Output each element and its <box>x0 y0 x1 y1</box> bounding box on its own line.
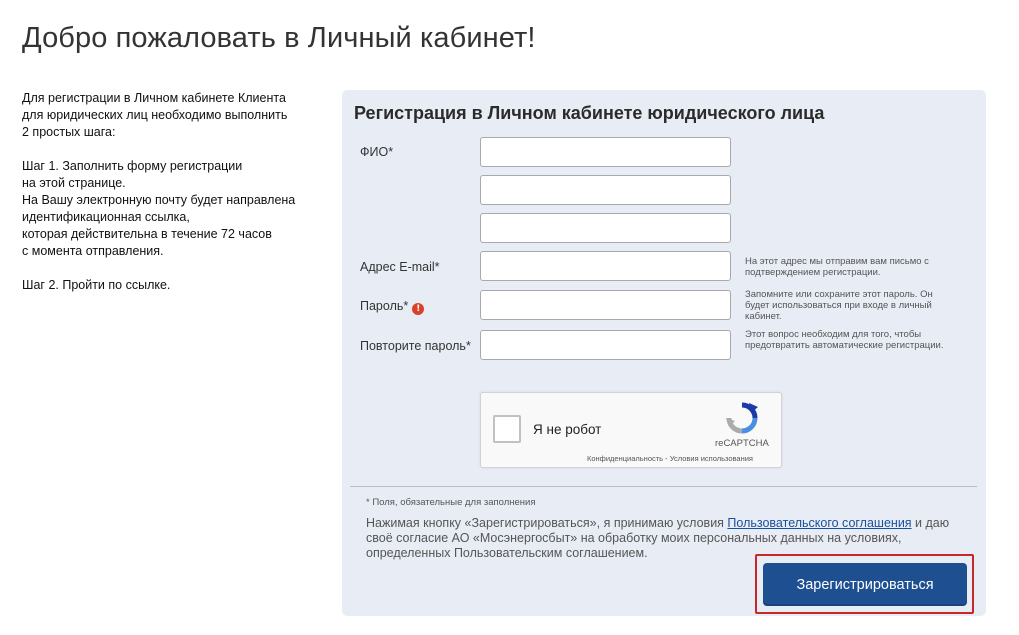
instructions-line: На Вашу электронную почту будет направле… <box>22 193 296 207</box>
registration-form-panel: Регистрация в Личном кабинете юридическо… <box>342 90 986 616</box>
password-hint: Запомните или сохраните этот пароль. Он … <box>745 289 933 322</box>
consent-text-before: Нажимая кнопку «Зарегистрироваться», я п… <box>366 516 728 530</box>
instructions-line: 2 простых шага: <box>22 125 116 139</box>
form-title: Регистрация в Личном кабинете юридическо… <box>354 103 825 123</box>
recaptcha-widget: Я не робот reCAPTCHA Конфиденциальность … <box>480 392 782 468</box>
page-title: Добро пожаловать в Личный кабинет! <box>22 22 536 54</box>
repeat-password-hint: Этот вопрос необходим для того, чтобы пр… <box>745 329 944 351</box>
exclamation-circle-icon[interactable]: ! <box>412 303 425 315</box>
password-field[interactable] <box>480 290 731 320</box>
required-fields-note: * Поля, обязательные для заполнения <box>366 497 536 508</box>
divider <box>350 486 977 487</box>
instructions-line: Шаг 2. Пройти по ссылке. <box>22 278 171 292</box>
repeat-password-field[interactable] <box>480 330 731 360</box>
instructions-line: которая действительна в течение 72 часов <box>22 227 272 241</box>
password-label: Пароль* <box>360 299 409 313</box>
email-label: Адрес E-mail* <box>360 260 440 274</box>
registration-instructions: Для регистрации в Личном кабинете Клиент… <box>22 90 322 294</box>
fio-label: ФИО* <box>360 145 394 159</box>
instructions-line: Шаг 1. Заполнить форму регистрации <box>22 159 243 173</box>
recaptcha-label: Я не робот <box>533 422 602 437</box>
register-button[interactable]: Зарегистрироваться <box>763 563 967 606</box>
recaptcha-privacy-link[interactable]: Конфиденциальность <box>587 454 663 463</box>
password-label-row: Пароль*! <box>360 299 425 315</box>
recaptcha-checkbox[interactable] <box>493 415 521 443</box>
instructions-line: для юридических лиц необходимо выполнить <box>22 108 288 122</box>
recaptcha-terms-link[interactable]: Условия использования <box>670 454 753 463</box>
instructions-line: идентификационная ссылка, <box>22 210 190 224</box>
user-agreement-link[interactable]: Пользовательского соглашения <box>727 516 911 530</box>
recaptcha-logo-icon <box>726 402 758 434</box>
repeat-password-label: Повторите пароль* <box>360 339 471 353</box>
fio-field-1[interactable] <box>480 137 731 167</box>
instructions-line: Для регистрации в Личном кабинете Клиент… <box>22 91 286 105</box>
fio-field-3[interactable] <box>480 213 731 243</box>
instructions-line: на этой странице. <box>22 176 126 190</box>
recaptcha-links-separator: - <box>663 454 670 463</box>
instructions-line: с момента отправления. <box>22 244 164 258</box>
fio-field-2[interactable] <box>480 175 731 205</box>
email-hint: На этот адрес мы отправим вам письмо с п… <box>745 256 929 278</box>
recaptcha-brand: reCAPTCHA <box>715 438 769 449</box>
email-field[interactable] <box>480 251 731 281</box>
recaptcha-links: Конфиденциальность - Условия использован… <box>587 454 753 463</box>
